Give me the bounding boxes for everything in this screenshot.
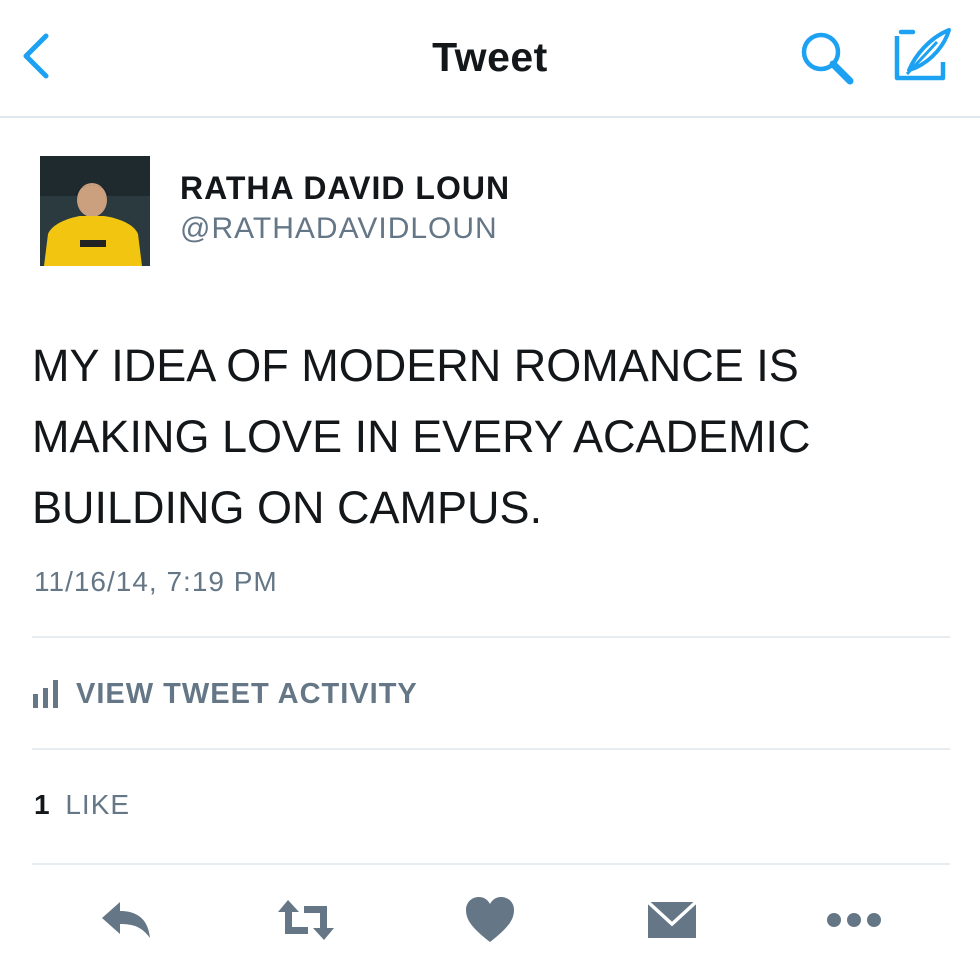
- divider: [32, 636, 950, 638]
- like-heart-icon[interactable]: [462, 894, 522, 946]
- tweet-timestamp: 11/16/14, 7:19 PM: [34, 566, 278, 597]
- likes-count-link[interactable]: 1 LIKE: [34, 789, 130, 821]
- view-tweet-activity-link[interactable]: VIEW TWEET ACTIVITY: [32, 674, 418, 714]
- likes-count: 1: [34, 789, 51, 820]
- activity-label: VIEW TWEET ACTIVITY: [76, 677, 418, 710]
- retweet-icon[interactable]: [274, 894, 334, 946]
- reply-icon[interactable]: [98, 894, 158, 946]
- divider: [32, 748, 950, 750]
- more-icon[interactable]: [824, 894, 884, 946]
- avatar[interactable]: [40, 156, 150, 266]
- compose-icon[interactable]: [893, 26, 953, 86]
- tweet-text: MY IDEA OF MODERN ROMANCE IS MAKING LOVE…: [32, 340, 811, 533]
- direct-message-icon[interactable]: [644, 894, 704, 946]
- divider: [32, 863, 950, 865]
- bar-chart-icon: [32, 680, 60, 708]
- search-icon[interactable]: [797, 28, 857, 88]
- top-navigation-bar: Tweet: [0, 0, 980, 118]
- author-name[interactable]: RATHA DAVID LOUN: [180, 170, 510, 207]
- author-handle[interactable]: @RATHADAVIDLOUN: [180, 212, 498, 246]
- likes-label: LIKE: [65, 789, 131, 820]
